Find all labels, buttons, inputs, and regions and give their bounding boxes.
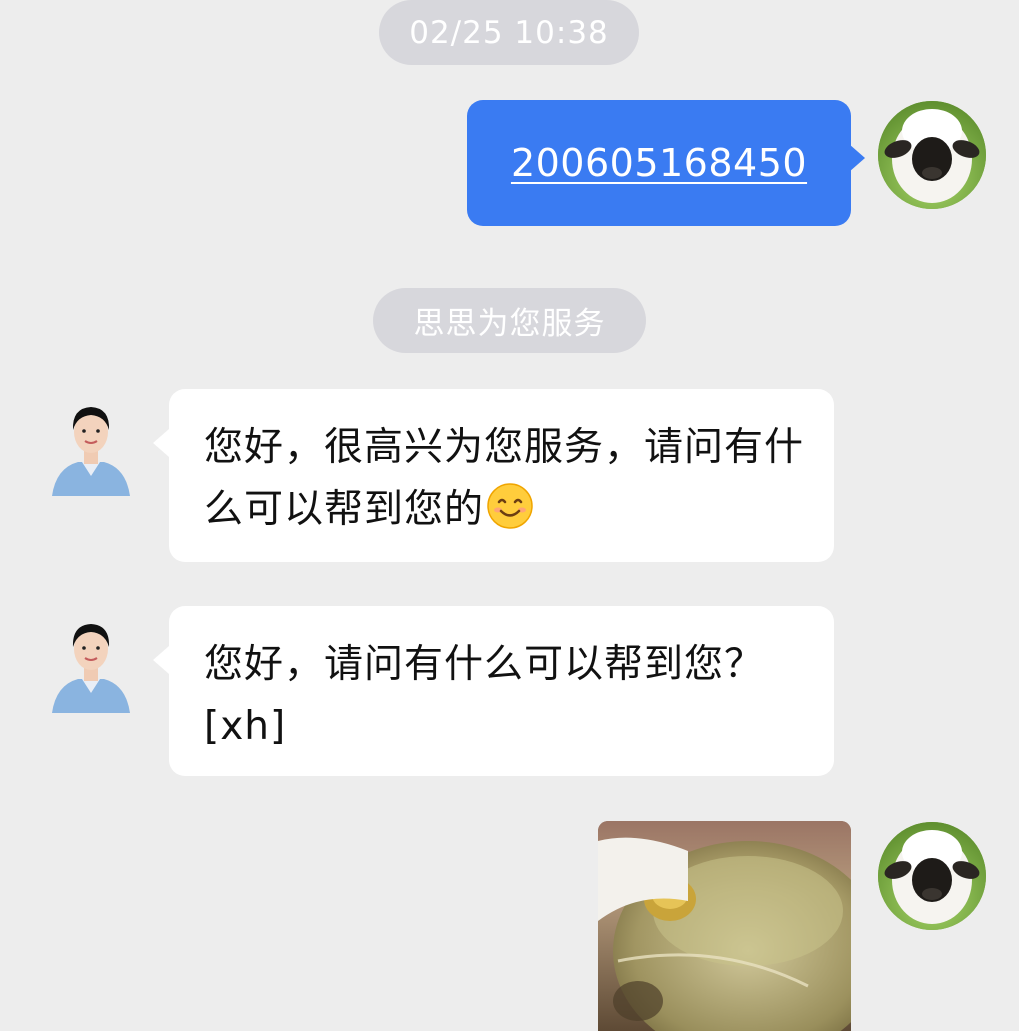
message-image[interactable] [598,821,851,1031]
agent-message-text: 您好，很高兴为您服务，请问有什么可以帮到您的 [204,417,804,541]
agent-message-bubble[interactable]: 您好，请问有什么可以帮到您？[xh] [153,606,834,776]
agent-message-text: 您好，请问有什么可以帮到您？[xh] [204,642,765,749]
system-notice-pill: 思思为您服务 [373,288,646,353]
message-link[interactable]: 200605168450 [511,141,807,185]
system-notice-text: 思思为您服务 [413,306,606,342]
glass-bowl-photo-icon [598,821,851,1031]
user-avatar[interactable] [878,822,986,930]
user-message-bubble[interactable]: 200605168450 [467,100,865,226]
agent-avatar[interactable] [48,613,134,717]
smiling-face-emoji-icon [487,483,533,529]
agent-avatar[interactable] [48,396,134,500]
user-avatar[interactable] [878,101,986,209]
timestamp-text: 02/25 10:38 [409,14,609,51]
agent-message-bubble[interactable]: 您好，很高兴为您服务，请问有什么可以帮到您的 [153,389,834,562]
timestamp-pill: 02/25 10:38 [379,0,639,65]
